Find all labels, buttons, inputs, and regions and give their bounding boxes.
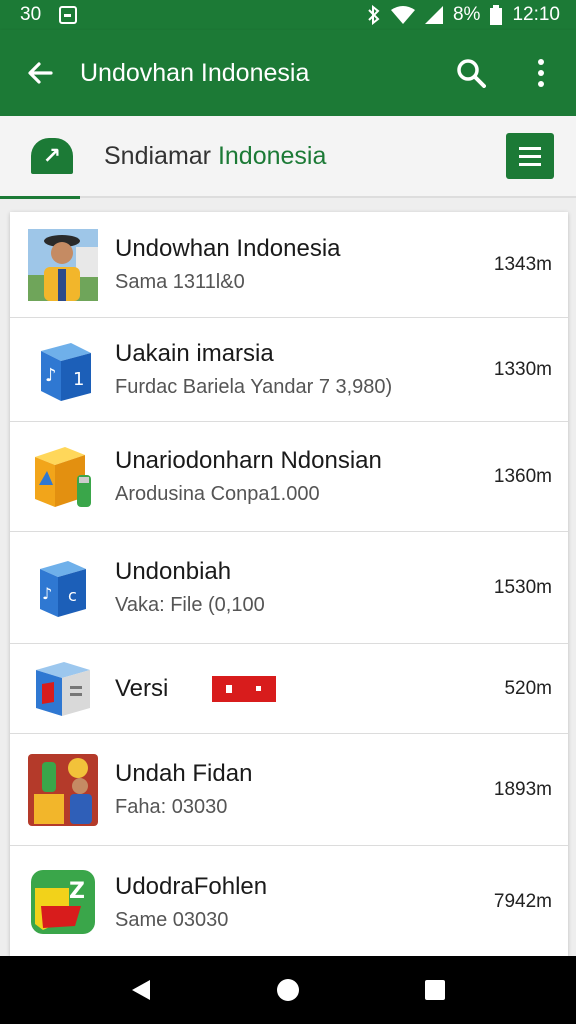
item-name: Versi xyxy=(115,675,478,703)
app-bar: Undovhan Indonesia xyxy=(0,30,576,116)
notification-icon xyxy=(59,6,78,24)
item-name: Undah Fidan xyxy=(115,760,253,787)
battery-icon xyxy=(490,5,503,25)
section-title-prefix: Sndiamar xyxy=(104,141,218,170)
item-name-text: Versi xyxy=(115,674,169,702)
svg-text:c: c xyxy=(68,586,77,605)
menu-button[interactable] xyxy=(506,133,554,179)
green-red-app-icon: Z xyxy=(10,868,115,936)
item-subtitle: Faha: 03030 xyxy=(115,796,228,818)
list-item[interactable]: Unariodonharn Ndonsian Arodusina Conpa1.… xyxy=(10,422,568,532)
battery-percent: 8% xyxy=(452,4,481,25)
category-tab[interactable]: ↗ xyxy=(0,115,104,199)
item-name: UdodraFohlen xyxy=(115,872,268,900)
wifi-icon xyxy=(390,6,415,24)
menu-icon-bar xyxy=(519,146,541,150)
app-title: Undovhan Indonesia xyxy=(80,58,310,87)
status-clock: 12:10 xyxy=(512,4,560,25)
blue-box-icon: ♪ c xyxy=(10,557,115,619)
list-item[interactable]: Undowhan Indonesia Sama 1311l&0 1343m xyxy=(10,212,568,318)
section-title-highlight: Indonesia xyxy=(217,141,327,170)
list-item[interactable]: ♪ c Undonbiah Vaka: File (0,100 1530m xyxy=(10,532,568,644)
list-item[interactable]: Versi 520m xyxy=(10,644,568,734)
flag-icon xyxy=(212,676,277,703)
item-size: 1893m xyxy=(493,778,552,800)
nav-home-button[interactable] xyxy=(258,960,318,1020)
item-size: 1360m xyxy=(493,465,552,487)
svg-text:Z: Z xyxy=(69,879,85,904)
svg-text:1: 1 xyxy=(73,369,84,390)
item-subtitle: Sama 1311l&0 xyxy=(115,271,245,293)
sub-toolbar: ↗ Sndiamar Indonesia xyxy=(0,115,576,199)
nav-back-button[interactable] xyxy=(111,960,171,1020)
illustration-icon xyxy=(10,753,115,826)
svg-text:♪: ♪ xyxy=(42,584,52,603)
svg-text:♪: ♪ xyxy=(45,365,57,386)
menu-icon-bar xyxy=(519,162,541,166)
app-list: Undowhan Indonesia Sama 1311l&0 1343m ♪ 1… xyxy=(10,212,568,956)
nav-recents-icon xyxy=(424,980,445,1000)
signal-icon xyxy=(424,6,443,24)
yellow-box-icon xyxy=(10,441,115,513)
item-subtitle: Furdac Bariela Yandar 7 3,980) xyxy=(115,376,393,398)
search-icon xyxy=(457,59,486,88)
item-name: Undonbiah xyxy=(115,558,232,585)
item-size: 7942m xyxy=(493,891,552,912)
status-time-left: 30 xyxy=(20,4,42,25)
item-size: 520m xyxy=(504,677,552,699)
nav-back-icon xyxy=(132,980,151,1000)
person-photo-icon xyxy=(10,228,115,301)
item-size: 1330m xyxy=(493,358,552,380)
item-size: 1343m xyxy=(493,253,552,275)
arrow-back-icon xyxy=(28,62,53,84)
item-size: 1530m xyxy=(493,576,552,598)
item-name: Unariodonharn Ndonsian xyxy=(115,447,382,474)
list-item[interactable]: Z UdodraFohlen Same 03030 7942m xyxy=(10,846,568,956)
item-name: Uakain imarsia xyxy=(115,340,274,367)
more-options-button[interactable] xyxy=(506,30,576,116)
section-title: Sndiamar Indonesia xyxy=(104,142,506,171)
item-subtitle: Vaka: File (0,100 xyxy=(115,594,265,616)
system-navigation-bar xyxy=(0,956,576,1024)
item-subtitle: Arodusina Conpa1.000 xyxy=(115,483,320,505)
list-item[interactable]: Undah Fidan Faha: 03030 1893m xyxy=(10,734,568,846)
item-name: Undowhan Indonesia xyxy=(115,235,341,262)
nav-home-icon xyxy=(276,979,299,1001)
item-subtitle: Same 03030 xyxy=(115,908,229,931)
search-button[interactable] xyxy=(436,30,506,116)
list-item[interactable]: ♪ 1 Uakain imarsia Furdac Bariela Yandar … xyxy=(10,318,568,422)
menu-icon-bar xyxy=(519,154,541,158)
bluetooth-icon xyxy=(368,5,380,25)
blue-cube-icon: ♪ 1 xyxy=(10,337,115,403)
more-vert-icon xyxy=(538,59,544,87)
status-bar: 30 8% 12:10 xyxy=(0,0,576,30)
blue-red-cube-icon xyxy=(10,660,115,718)
tag-icon: ↗ xyxy=(31,138,73,174)
back-button[interactable] xyxy=(0,30,80,116)
nav-recents-button[interactable] xyxy=(405,960,465,1020)
